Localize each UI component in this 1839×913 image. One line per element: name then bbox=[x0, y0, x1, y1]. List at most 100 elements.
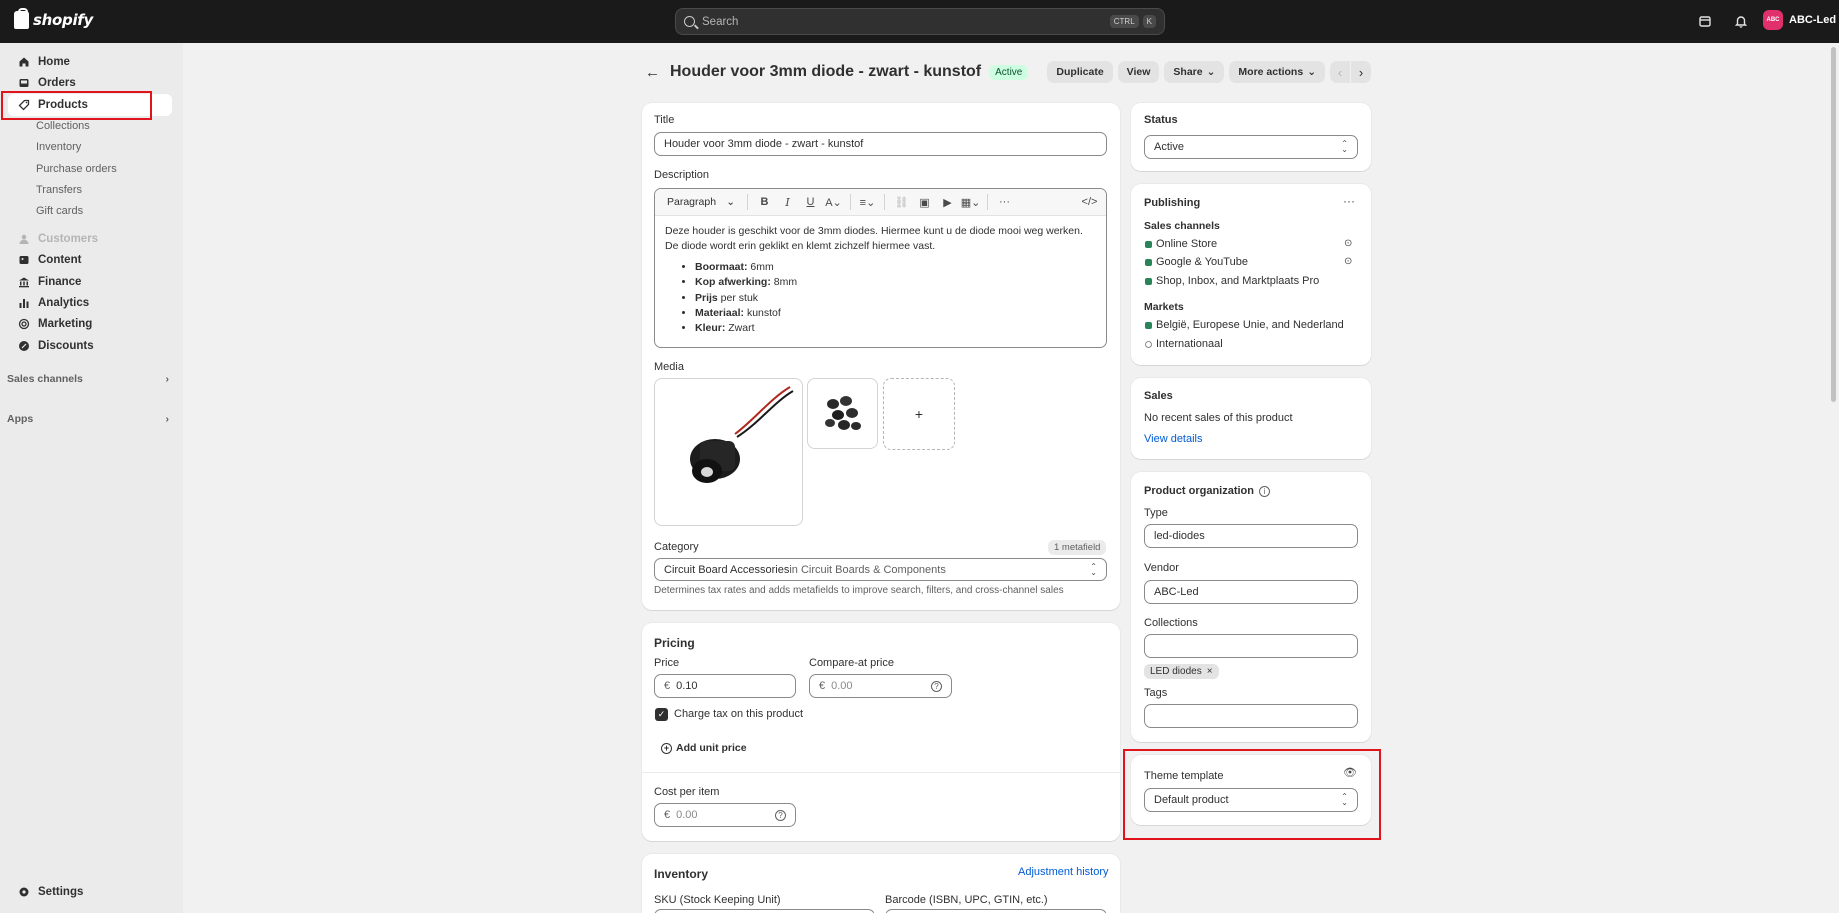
currency-symbol: € bbox=[664, 809, 671, 821]
italic-icon[interactable]: I bbox=[777, 192, 798, 212]
sidebar-item-label: Content bbox=[38, 254, 82, 266]
scrollbar-thumb[interactable] bbox=[1831, 47, 1836, 402]
description-bullets: Boormaat: 6mm Kop afwerking: 8mm Prijs p… bbox=[695, 260, 1096, 336]
sidebar-item-settings[interactable]: Settings bbox=[8, 881, 172, 903]
help-icon[interactable]: ? bbox=[931, 680, 942, 692]
store-icon[interactable] bbox=[1696, 12, 1714, 30]
description-editor[interactable]: Paragraph ⌄ B I U A⌄ ≡⌄ ⛓ ▣ ▶ ▦⌄ ··· </> … bbox=[654, 188, 1107, 348]
chevron-down-icon: ⌄ bbox=[1307, 66, 1316, 78]
bank-icon bbox=[18, 276, 30, 288]
table-icon[interactable]: ▦⌄ bbox=[960, 192, 981, 212]
category-select[interactable]: Circuit Board Accessories in Circuit Boa… bbox=[654, 558, 1107, 581]
bar-chart-icon bbox=[18, 297, 30, 309]
sidebar-sub-inventory[interactable]: Inventory bbox=[36, 141, 81, 153]
price-input[interactable]: € 0.10 bbox=[654, 674, 796, 698]
sidebar-item-home[interactable]: Home bbox=[8, 51, 172, 73]
cost-input[interactable]: € 0.00 ? bbox=[654, 803, 796, 827]
barcode-input[interactable] bbox=[885, 909, 1107, 913]
info-icon[interactable]: i bbox=[1259, 485, 1270, 497]
schedule-icon[interactable]: ⊙ bbox=[1344, 256, 1352, 267]
media-image-thumb[interactable] bbox=[807, 378, 878, 449]
add-unit-price-button[interactable]: + Add unit price bbox=[661, 742, 747, 754]
media-image-main[interactable] bbox=[654, 378, 803, 526]
video-icon[interactable]: ▶ bbox=[937, 192, 958, 212]
sidebar-sub-transfers[interactable]: Transfers bbox=[36, 184, 82, 196]
schedule-icon[interactable]: ⊙ bbox=[1344, 238, 1352, 249]
title-input[interactable]: Houder voor 3mm diode - zwart - kunstof bbox=[654, 132, 1107, 156]
collections-input[interactable] bbox=[1144, 634, 1358, 658]
status-select[interactable]: Active ⌃ ⌄ bbox=[1144, 135, 1358, 159]
add-media-button[interactable]: + bbox=[883, 378, 955, 450]
more-actions-button[interactable]: More actions ⌄ bbox=[1229, 61, 1325, 83]
status-heading: Status bbox=[1144, 114, 1178, 126]
section-label: Apps bbox=[7, 413, 34, 425]
adjustment-history-link[interactable]: Adjustment history bbox=[1018, 866, 1108, 878]
more-options-icon[interactable]: ··· bbox=[994, 192, 1015, 212]
sidebar-sub-collections[interactable]: Collections bbox=[36, 120, 90, 132]
sku-input[interactable] bbox=[654, 909, 875, 913]
close-icon[interactable]: × bbox=[1207, 666, 1213, 677]
sales-text: No recent sales of this product bbox=[1144, 412, 1293, 424]
search-placeholder: Search bbox=[702, 15, 739, 28]
sidebar-sales-channels[interactable]: Sales channels › bbox=[7, 373, 169, 385]
help-icon[interactable]: ? bbox=[775, 809, 786, 821]
bell-icon[interactable] bbox=[1732, 12, 1750, 30]
back-arrow-icon[interactable]: ← bbox=[645, 64, 660, 81]
chevron-down-icon: ⌄ bbox=[1206, 66, 1216, 78]
sidebar-sub-gift-cards[interactable]: Gift cards bbox=[36, 205, 83, 217]
charge-tax-checkbox[interactable]: ✓ bbox=[655, 708, 668, 721]
description-label: Description bbox=[654, 169, 710, 181]
gear-icon bbox=[18, 886, 30, 898]
toolbar-divider bbox=[884, 194, 885, 210]
bold-icon[interactable]: B bbox=[754, 192, 775, 212]
image-icon[interactable]: ▣ bbox=[914, 192, 935, 212]
category-label: Category bbox=[654, 541, 699, 553]
barcode-label: Barcode (ISBN, UPC, GTIN, etc.) bbox=[885, 894, 1048, 906]
type-value: led-diodes bbox=[1154, 530, 1205, 542]
sidebar-item-label: Discounts bbox=[38, 340, 94, 352]
status-value: Active bbox=[1154, 141, 1184, 153]
shopify-logo[interactable]: shopify bbox=[14, 8, 93, 29]
sidebar-item-content[interactable]: Content bbox=[8, 249, 172, 271]
tags-label: Tags bbox=[1144, 687, 1168, 699]
account-menu[interactable]: ABC ABC-Led bbox=[1763, 10, 1836, 30]
editor-content[interactable]: Deze houder is geschikt voor de 3mm diod… bbox=[655, 216, 1106, 344]
shopify-bag-icon bbox=[14, 8, 29, 29]
sidebar-apps[interactable]: Apps › bbox=[7, 413, 169, 425]
sidebar-item-customers[interactable]: Customers bbox=[8, 228, 172, 250]
add-unit-price-label: Add unit price bbox=[676, 742, 747, 754]
sidebar-sub-purchase-orders[interactable]: Purchase orders bbox=[36, 163, 117, 175]
tags-input[interactable] bbox=[1144, 704, 1358, 728]
next-product-button[interactable]: › bbox=[1351, 61, 1371, 83]
toolbar-divider bbox=[747, 194, 748, 210]
sidebar-item-finance[interactable]: Finance bbox=[8, 271, 172, 293]
sidebar-item-discounts[interactable]: Discounts bbox=[8, 335, 172, 357]
text-color-icon[interactable]: A⌄ bbox=[823, 192, 844, 212]
diode-holders-pile-image bbox=[825, 396, 861, 430]
type-input[interactable]: led-diodes bbox=[1144, 524, 1358, 548]
title-label: Title bbox=[654, 114, 675, 126]
compare-price-input[interactable]: € 0.00 ? bbox=[809, 674, 952, 698]
diode-holder-image bbox=[690, 386, 794, 483]
link-icon[interactable]: ⛓ bbox=[891, 192, 912, 212]
sidebar-item-marketing[interactable]: Marketing bbox=[8, 313, 172, 335]
code-view-icon[interactable]: </> bbox=[1079, 192, 1100, 212]
vendor-input[interactable]: ABC-Led bbox=[1144, 580, 1358, 604]
view-details-link[interactable]: View details bbox=[1144, 433, 1203, 445]
search-icon bbox=[684, 16, 695, 27]
paragraph-format-select[interactable]: Paragraph ⌄ bbox=[661, 192, 741, 212]
search-bar[interactable]: Search CTRL K bbox=[675, 8, 1165, 35]
vendor-label: Vendor bbox=[1144, 562, 1179, 574]
sidebar-item-analytics[interactable]: Analytics bbox=[8, 292, 172, 314]
share-button[interactable]: Share ⌄ bbox=[1164, 61, 1225, 83]
more-options-icon[interactable]: ··· bbox=[1343, 194, 1355, 208]
cost-placeholder: 0.00 bbox=[676, 809, 698, 821]
align-icon[interactable]: ≡⌄ bbox=[857, 192, 878, 212]
publishing-heading: Publishing bbox=[1144, 197, 1201, 209]
duplicate-button[interactable]: Duplicate bbox=[1047, 61, 1113, 83]
previous-product-button[interactable]: ‹ bbox=[1330, 61, 1350, 83]
more-actions-label: More actions bbox=[1238, 66, 1304, 78]
view-button[interactable]: View bbox=[1117, 61, 1160, 83]
toolbar-divider bbox=[850, 194, 851, 210]
underline-icon[interactable]: U bbox=[800, 192, 821, 212]
